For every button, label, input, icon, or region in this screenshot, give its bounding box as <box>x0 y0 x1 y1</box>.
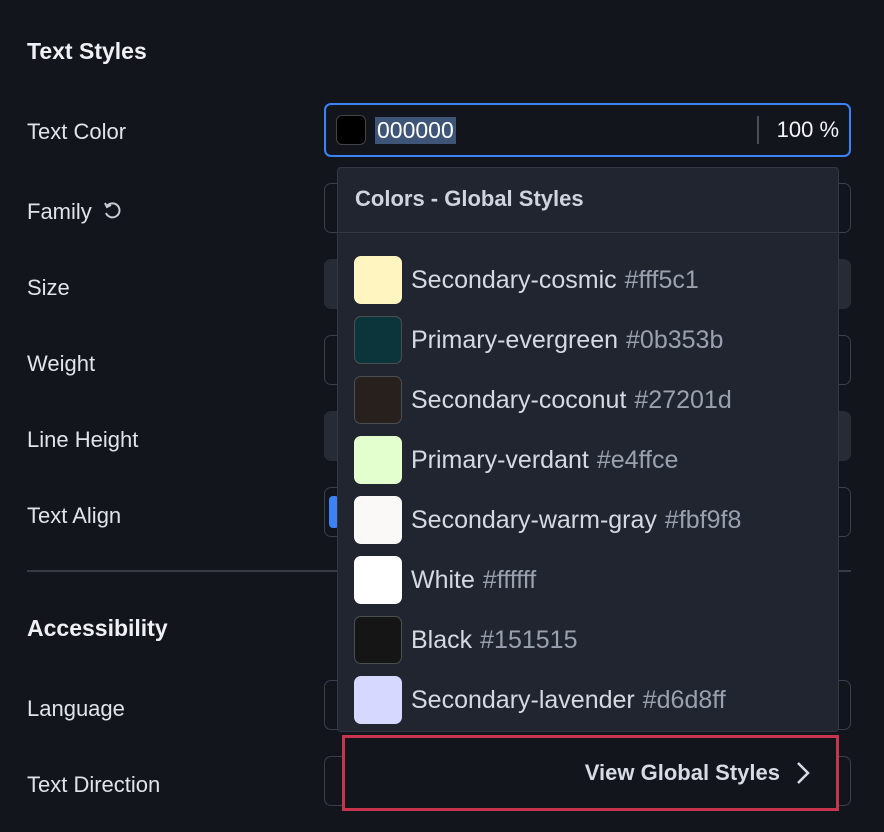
color-hex: #e4ffce <box>596 445 679 474</box>
chevron-right-icon <box>797 762 810 784</box>
color-option[interactable]: Secondary-cosmic #fff5c1 <box>354 255 699 305</box>
color-hex: #27201d <box>634 385 732 414</box>
color-name: Secondary-lavender <box>411 685 635 714</box>
color-swatch <box>354 376 402 424</box>
label-text-color: Text Color <box>27 119 127 144</box>
label-family-text: Family <box>27 199 92 224</box>
color-swatch <box>354 316 402 364</box>
label-line-height: Line Height <box>27 427 139 452</box>
color-option[interactable]: White #ffffff <box>354 555 536 605</box>
color-option[interactable]: Secondary-lavender #d6d8ff <box>354 675 726 725</box>
color-name: Secondary-warm-gray <box>411 505 657 534</box>
label-weight: Weight <box>27 351 96 376</box>
separator <box>756 116 759 144</box>
label-family: Family <box>27 199 122 227</box>
color-hex: #ffffff <box>482 565 537 594</box>
color-option[interactable]: Black #151515 <box>354 615 577 665</box>
color-swatch <box>354 256 402 304</box>
color-option[interactable]: Primary-evergreen #0b353b <box>354 315 723 365</box>
color-swatch <box>354 616 402 664</box>
color-name: Black <box>411 625 473 654</box>
color-name: Secondary-cosmic <box>411 265 617 294</box>
global-colors-dropdown: Colors - Global Styles Secondary-cosmic #… <box>337 167 839 732</box>
color-name: Secondary-coconut <box>411 385 627 414</box>
color-hex: #fff5c1 <box>624 265 699 294</box>
color-swatch <box>354 436 402 484</box>
text-color-input[interactable]: 000000 100 % <box>324 103 851 157</box>
label-text-direction: Text Direction <box>27 772 161 797</box>
color-hex: #d6d8ff <box>642 685 726 714</box>
opacity-number[interactable]: 100 <box>777 117 814 142</box>
color-name: White <box>411 565 475 594</box>
color-hex: #0b353b <box>626 325 724 354</box>
view-global-styles-label: View Global Styles <box>584 760 780 785</box>
color-option[interactable]: Primary-verdant #e4ffce <box>354 435 678 485</box>
opacity-value[interactable]: 100 % <box>777 117 839 143</box>
color-option[interactable]: Secondary-warm-gray #fbf9f8 <box>354 495 741 545</box>
color-swatch <box>354 676 402 724</box>
label-size: Size <box>27 275 70 300</box>
color-hex: #fbf9f8 <box>664 505 742 534</box>
opacity-unit: % <box>819 117 839 142</box>
color-swatch <box>354 496 402 544</box>
color-swatch[interactable] <box>336 115 366 145</box>
label-language: Language <box>27 696 125 721</box>
reset-icon[interactable] <box>102 201 122 227</box>
color-option[interactable]: Secondary-coconut #27201d <box>354 375 732 425</box>
dropdown-title: Colors - Global Styles <box>338 168 838 233</box>
color-swatch <box>354 556 402 604</box>
color-hex: #151515 <box>480 625 578 654</box>
section-title-accessibility: Accessibility <box>27 615 168 641</box>
view-global-styles-button[interactable]: View Global Styles <box>342 735 839 811</box>
color-name: Primary-evergreen <box>411 325 619 354</box>
label-text-align: Text Align <box>27 503 122 528</box>
hex-value[interactable]: 000000 <box>375 116 456 144</box>
section-title-text-styles: Text Styles <box>27 38 147 64</box>
color-name: Primary-verdant <box>411 445 589 474</box>
